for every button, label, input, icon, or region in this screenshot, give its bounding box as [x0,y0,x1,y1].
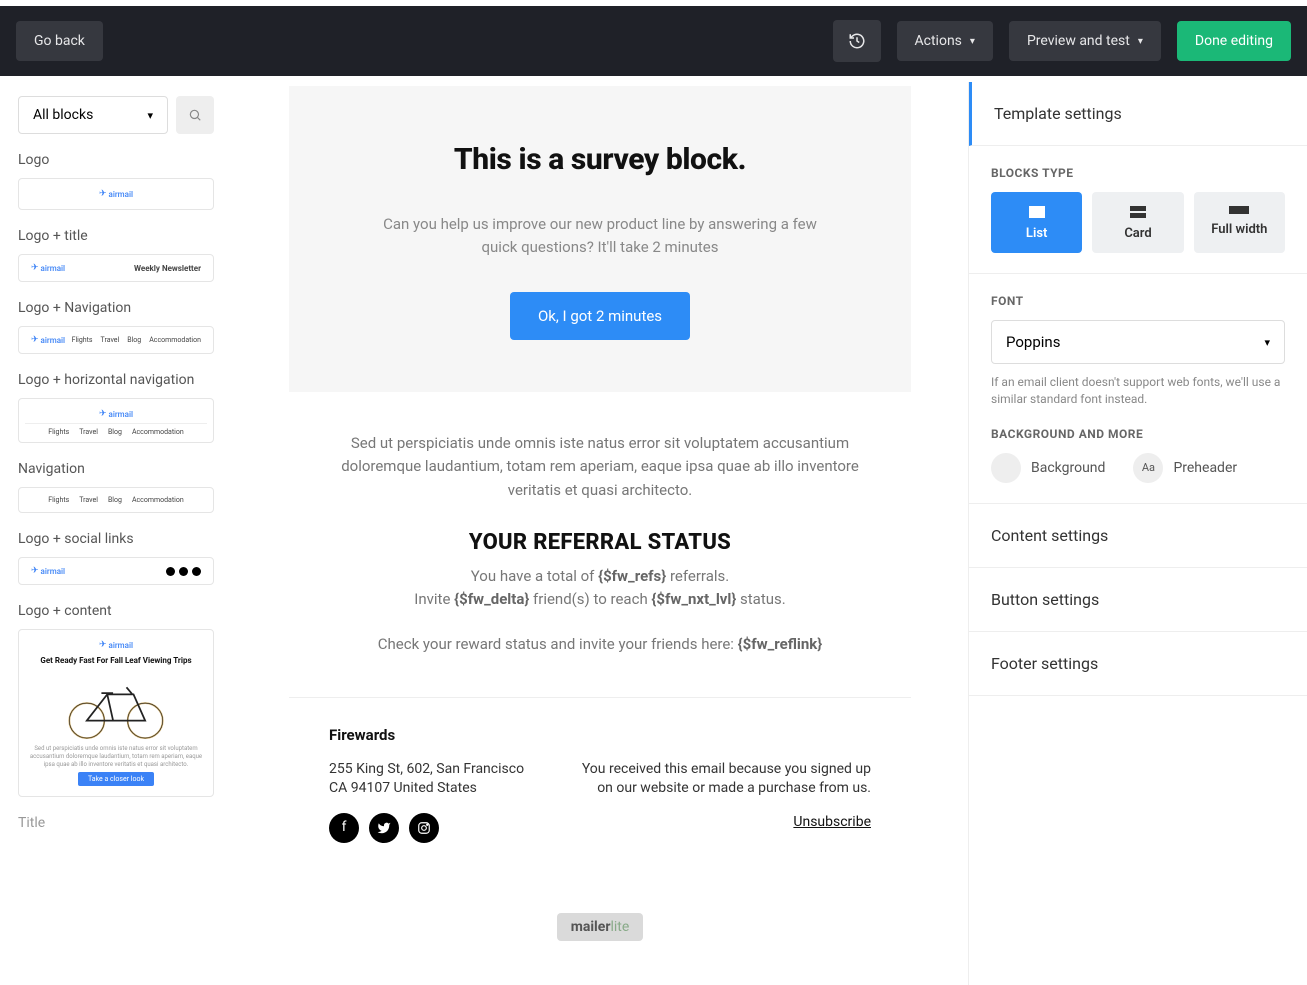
footer-address-1: 255 King St, 602, San Francisco [329,760,524,780]
footer-reason: You received this email because you sign… [571,760,871,799]
bg-more-label: BACKGROUND AND MORE [991,427,1285,441]
block-label: Navigation [18,461,214,477]
preview-button[interactable]: Preview and test▾ [1009,21,1161,61]
mailerlite-badge[interactable]: mailerlite [557,913,644,941]
block-thumb-nav[interactable]: FlightsTravelBlogAccommodation [18,487,214,513]
background-label: Background [1031,460,1105,476]
block-thumb-logo-nav[interactable]: airmail FlightsTravelBlogAccommodation [18,326,214,354]
settings-panel: Template settings BLOCKS TYPE List Card … [968,82,1307,985]
footer-address-2: CA 94107 United States [329,779,524,799]
card-icon [1130,206,1146,218]
footer-settings-tab[interactable]: Footer settings [969,632,1307,696]
block-thumb-logo-content[interactable]: airmail Get Ready Fast For Fall Leaf Vie… [18,629,214,797]
survey-cta-button[interactable]: Ok, I got 2 minutes [510,292,690,340]
fullwidth-icon [1229,206,1249,214]
topbar: Go back Actions▾ Preview and test▾ Done … [0,6,1307,76]
block-thumb-logo-hnav[interactable]: airmail FlightsTravelBlogAccommodation [18,398,214,443]
block-thumb-logo-title[interactable]: airmailWeekly Newsletter [18,254,214,282]
blocks-filter-select[interactable]: All blocks ▾ [18,96,168,134]
block-thumb-logo[interactable]: airmail [18,178,214,210]
list-icon [1029,206,1045,218]
survey-block[interactable]: This is a survey block. Can you help us … [289,86,911,392]
email-canvas: This is a survey block. Can you help us … [232,82,968,985]
blocks-type-card[interactable]: Card [1092,192,1183,253]
survey-description: Can you help us improve our new product … [365,213,835,258]
brand-bar: mailerlite [289,877,911,981]
block-label: Logo + horizontal navigation [18,372,214,388]
facebook-icon[interactable]: f [329,813,359,843]
caret-down-icon: ▾ [1138,36,1143,47]
preheader-button[interactable]: Aa [1133,453,1163,483]
restore-icon [848,32,866,50]
blocks-type-label: BLOCKS TYPE [991,166,1285,180]
go-back-button[interactable]: Go back [16,21,103,61]
done-editing-button[interactable]: Done editing [1177,21,1291,61]
font-label: FONT [991,294,1285,308]
history-button[interactable] [833,20,881,62]
referral-heading: YOUR REFERRAL STATUS [289,530,911,555]
content-settings-tab[interactable]: Content settings [969,504,1307,568]
caret-down-icon: ▾ [970,36,975,47]
preheader-label: Preheader [1173,460,1237,476]
template-settings-tab[interactable]: Template settings [969,82,1307,146]
instagram-icon[interactable] [409,813,439,843]
caret-down-icon: ▾ [1264,336,1270,349]
text-block[interactable]: Sed ut perspiciatis unde omnis iste natu… [289,392,911,522]
blocks-type-list[interactable]: List [991,192,1082,253]
font-hint: If an email client doesn't support web f… [991,374,1285,409]
blocks-type-fullwidth[interactable]: Full width [1194,192,1285,253]
search-icon [188,108,202,122]
footer-company: Firewards [329,726,871,744]
button-settings-tab[interactable]: Button settings [969,568,1307,632]
font-select[interactable]: Poppins ▾ [991,320,1285,364]
blocks-sidebar: All blocks ▾ Logo airmail Logo + title a… [0,82,232,985]
blocks-search-button[interactable] [176,96,214,134]
footer-block[interactable]: Firewards 255 King St, 602, San Francisc… [289,697,911,877]
block-label: Logo [18,152,214,168]
background-color-swatch[interactable] [991,453,1021,483]
referral-block[interactable]: You have a total of {$fw_refs} referrals… [289,565,911,697]
twitter-icon[interactable] [369,813,399,843]
actions-button[interactable]: Actions▾ [897,21,993,61]
block-label: Logo + title [18,228,214,244]
block-label: Logo + Navigation [18,300,214,316]
survey-title: This is a survey block. [329,142,871,177]
unsubscribe-link[interactable]: Unsubscribe [793,813,871,833]
block-label: Title [18,815,214,831]
block-label: Logo + content [18,603,214,619]
block-label: Logo + social links [18,531,214,547]
block-thumb-logo-social[interactable]: airmail [18,557,214,585]
bicycle-icon [56,671,176,741]
caret-down-icon: ▾ [147,109,153,122]
